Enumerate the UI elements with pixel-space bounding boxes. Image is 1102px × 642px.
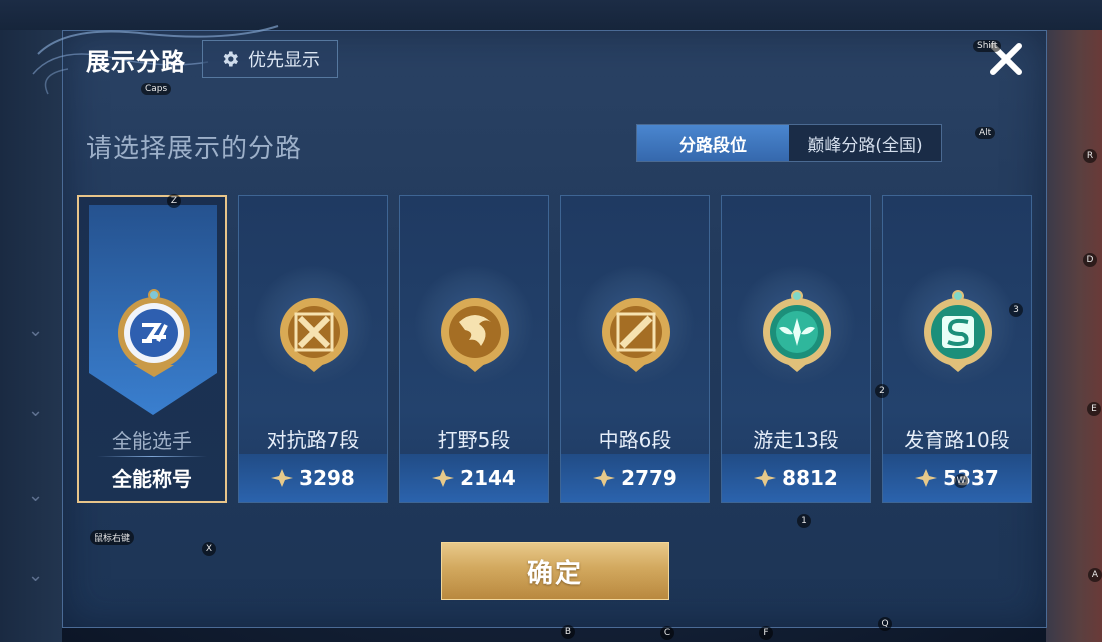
card-bottom: 3298 xyxy=(239,454,387,502)
key-hint-1: 1 xyxy=(797,514,811,528)
roam-badge-icon xyxy=(763,290,831,372)
chevron-down-icon: ⌄ xyxy=(28,400,44,421)
key-hint-caps: Caps xyxy=(141,83,172,95)
peak-score: 2144 xyxy=(460,466,516,490)
all-round-title: 全能称号 xyxy=(112,466,192,491)
farm-lane-badge-icon xyxy=(924,290,992,372)
key-hint-mouse-right: 鼠标右键 xyxy=(90,530,135,545)
lane-card-clash[interactable]: 对抗路7段 3298 xyxy=(238,195,388,503)
lane-card-mid[interactable]: 中路6段 2779 xyxy=(560,195,710,503)
key-hint-3: 3 xyxy=(1009,303,1023,317)
key-hint-a: A xyxy=(1088,568,1102,582)
lane-name: 中路6段 xyxy=(598,428,672,452)
lane-name: 发育路10段 xyxy=(904,428,1010,452)
dialog-subtitle: 请选择展示的分路 xyxy=(86,134,303,164)
tab-lane-rank[interactable]: 分路段位 xyxy=(637,125,789,161)
chevron-down-icon: ⌄ xyxy=(28,565,44,586)
peak-score-icon xyxy=(593,469,616,487)
priority-display-label: 优先显示 xyxy=(248,50,320,71)
chevron-down-icon: ⌄ xyxy=(28,320,44,341)
lane-tabs: 分路段位 巅峰分路(全国) xyxy=(636,124,942,162)
dialog-title: 展示分路 xyxy=(86,48,186,76)
lane-card-farm[interactable]: 发育路10段 5337 xyxy=(882,195,1032,503)
card-bottom: 2144 xyxy=(400,454,548,502)
clash-lane-badge-icon xyxy=(280,298,348,372)
key-hint-q: Q xyxy=(878,617,892,631)
lane-name: 对抗路7段 xyxy=(266,428,360,452)
all-round-badge-icon xyxy=(118,289,190,377)
lane-name: 游走13段 xyxy=(753,428,839,452)
background-right-strip xyxy=(1046,30,1102,642)
peak-score: 2779 xyxy=(621,466,677,490)
card-bottom: 2779 xyxy=(561,454,709,502)
peak-score-icon xyxy=(271,469,294,487)
peak-score: 8812 xyxy=(782,466,838,490)
key-hint-2: 2 xyxy=(875,384,889,398)
lane-card-jungle[interactable]: 打野5段 2144 xyxy=(399,195,549,503)
key-hint-r: R xyxy=(1083,149,1097,163)
chevron-down-icon: ⌄ xyxy=(28,485,44,506)
key-hint-shift: Shift xyxy=(973,40,1002,52)
background-left-strip: ⌄ ⌄ ⌄ ⌄ xyxy=(0,30,62,642)
mid-lane-badge-icon xyxy=(602,298,670,372)
key-hint-x: X xyxy=(202,542,216,556)
lane-name: 打野5段 xyxy=(437,428,511,452)
peak-score-icon xyxy=(915,469,938,487)
key-hint-f: F xyxy=(759,626,773,640)
tab-peak-lane-national[interactable]: 巅峰分路(全国) xyxy=(789,125,941,161)
lane-name: 全能选手 xyxy=(112,429,192,453)
peak-score-icon xyxy=(754,469,777,487)
card-bottom: 8812 xyxy=(722,454,870,502)
lane-card-all-round[interactable]: 全能选手 全能称号 xyxy=(77,195,227,503)
key-hint-alt: Alt xyxy=(975,127,996,139)
jungle-badge-icon xyxy=(441,298,509,372)
key-hint-b: B xyxy=(561,625,575,639)
priority-display-button[interactable]: 优先显示 xyxy=(202,40,338,78)
key-hint-e: E xyxy=(1087,402,1101,416)
confirm-button[interactable]: 确定 xyxy=(441,542,669,600)
peak-score-icon xyxy=(432,469,455,487)
peak-score: 3298 xyxy=(299,466,355,490)
key-hint-c: C xyxy=(660,626,674,640)
key-hint-d: D xyxy=(1083,253,1097,267)
card-bottom: 全能称号 xyxy=(79,453,225,501)
peak-score: 5337 xyxy=(943,466,999,490)
key-hint-z: Z xyxy=(167,194,181,208)
key-hint-w: W xyxy=(954,474,968,488)
lane-card-roam[interactable]: 游走13段 8812 xyxy=(721,195,871,503)
lane-card-list: 全能选手 全能称号 对抗路7段 3298 打野5段 2144 中路6段 2779… xyxy=(77,195,1034,503)
gear-icon xyxy=(223,51,238,67)
